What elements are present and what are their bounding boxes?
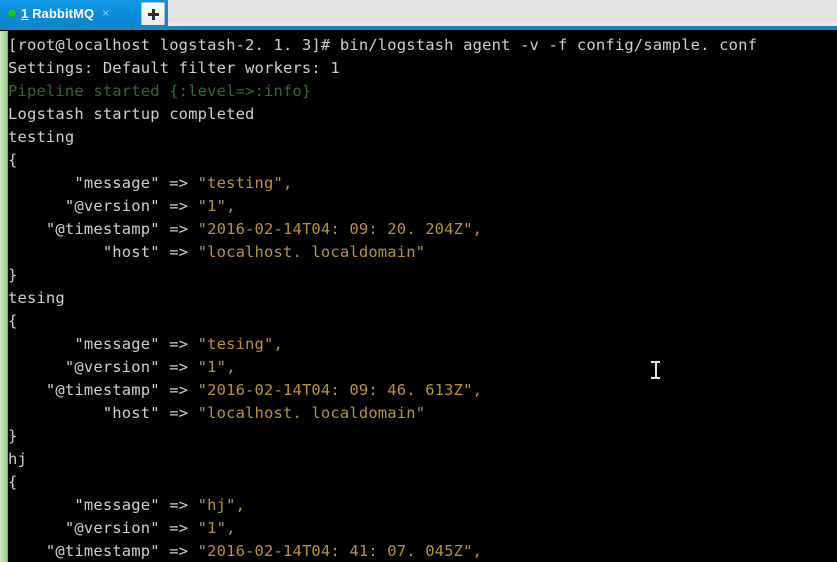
terminal-text: tesing (8, 289, 65, 307)
connection-status-icon (8, 9, 16, 17)
terminal-line: } (8, 425, 757, 448)
plus-icon (147, 8, 159, 20)
terminal-line: [root@localhost logstash-2. 1. 3]# bin/l… (8, 34, 757, 57)
terminal-output[interactable]: [root@localhost logstash-2. 1. 3]# bin/l… (0, 31, 837, 562)
tab-number: 1 (21, 5, 29, 21)
terminal-line: { (8, 310, 757, 333)
terminal-field-key: "message" => (8, 496, 198, 514)
terminal-text: } (8, 266, 18, 284)
terminal-line: "message" => "testing", (8, 172, 757, 195)
terminal-text: { (8, 151, 18, 169)
terminal-line: "@version" => "1", (8, 356, 757, 379)
terminal-scrollbar[interactable] (0, 31, 8, 562)
close-icon[interactable]: × (102, 7, 109, 19)
terminal-text: Pipeline started {:level=>:info} (8, 82, 312, 100)
terminal-line: { (8, 471, 757, 494)
terminal-field-key: "@timestamp" => (8, 220, 198, 238)
terminal-text: testing (8, 128, 75, 146)
terminal-field-value: "tesing", (197, 335, 283, 353)
terminal-field-value: "localhost. localdomain" (197, 404, 426, 422)
terminal-line: "@timestamp" => "2016-02-14T04: 09: 20. … (8, 218, 757, 241)
terminal-line: } (8, 264, 757, 287)
tab-rabbitmq[interactable]: 1 RabbitMQ × (0, 0, 136, 26)
terminal-line: { (8, 149, 757, 172)
terminal-line: "host" => "localhost. localdomain" (8, 402, 757, 425)
terminal-field-value: "1", (197, 519, 236, 537)
terminal-field-value: "1", (197, 197, 236, 215)
terminal-field-value: "2016-02-14T04: 09: 46. 613Z", (197, 381, 483, 399)
scrollbar-thumb[interactable] (0, 31, 8, 562)
terminal-text: } (8, 427, 18, 445)
terminal-field-key: "@version" => (8, 358, 198, 376)
terminal-text: [root@localhost logstash-2. 1. 3]# bin/l… (8, 36, 758, 54)
terminal-field-value: "2016-02-14T04: 41: 07. 045Z", (197, 542, 483, 560)
terminal-line: "message" => "tesing", (8, 333, 757, 356)
terminal-field-key: "@timestamp" => (8, 542, 198, 560)
terminal-text: Settings: Default filter workers: 1 (8, 59, 340, 77)
terminal-line: "host" => "localhost. localdomain" (8, 241, 757, 264)
terminal-text: hj (8, 450, 27, 468)
terminal-field-key: "message" => (8, 174, 198, 192)
terminal-field-key: "@version" => (8, 197, 198, 215)
terminal-line: "@version" => "1", (8, 195, 757, 218)
terminal-text: { (8, 473, 18, 491)
tab-name: RabbitMQ (32, 5, 95, 21)
terminal-line: "@timestamp" => "2016-02-14T04: 09: 46. … (8, 379, 757, 402)
terminal-field-value: "testing", (197, 174, 293, 192)
tab-bar: 1 RabbitMQ × (0, 0, 837, 30)
terminal-line: "message" => "hj", (8, 494, 757, 517)
terminal-line: tesing (8, 287, 757, 310)
terminal-text: { (8, 312, 18, 330)
terminal-field-value: "2016-02-14T04: 09: 20. 204Z", (197, 220, 483, 238)
terminal-field-value: "1", (197, 358, 236, 376)
terminal-field-key: "message" => (8, 335, 198, 353)
terminal-line: "@timestamp" => "2016-02-14T04: 41: 07. … (8, 540, 757, 562)
terminal-line: Pipeline started {:level=>:info} (8, 80, 757, 103)
terminal-field-value: "localhost. localdomain" (197, 243, 426, 261)
terminal-text: Logstash startup completed (8, 105, 255, 123)
tab-label: 1 RabbitMQ (21, 6, 94, 21)
terminal-field-key: "host" => (8, 404, 198, 422)
terminal-line: testing (8, 126, 757, 149)
terminal-line: Settings: Default filter workers: 1 (8, 57, 757, 80)
tab-bar-empty-area[interactable] (168, 0, 837, 23)
terminal-field-key: "@version" => (8, 519, 198, 537)
terminal-window: 1 RabbitMQ × [root@localhost logstash-2.… (0, 0, 837, 562)
terminal-line: Logstash startup completed (8, 103, 757, 126)
terminal-field-value: "hj", (197, 496, 246, 514)
terminal-line: hj (8, 448, 757, 471)
terminal-field-key: "@timestamp" => (8, 381, 198, 399)
terminal-line: "@version" => "1", (8, 517, 757, 540)
terminal-line-list: [root@localhost logstash-2. 1. 3]# bin/l… (8, 34, 757, 562)
terminal-field-key: "host" => (8, 243, 198, 261)
new-tab-button[interactable] (141, 2, 165, 25)
